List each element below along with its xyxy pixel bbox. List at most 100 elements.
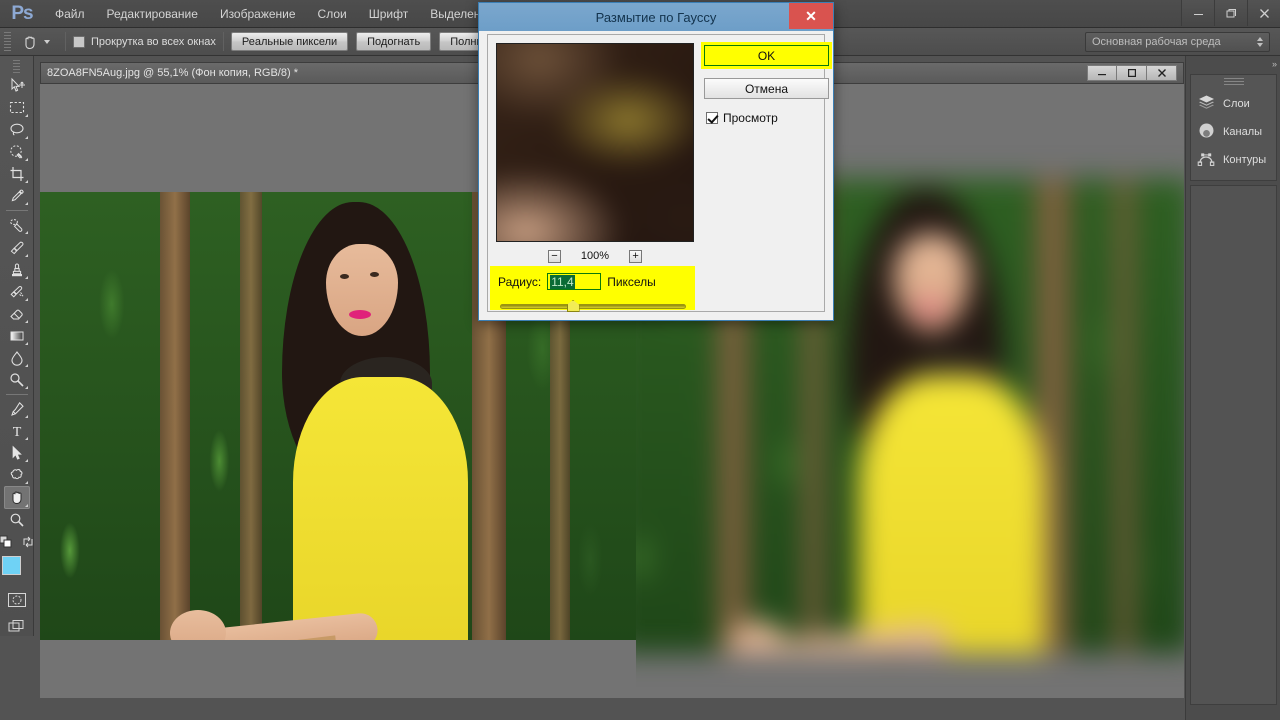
radius-label: Радиус: bbox=[498, 275, 541, 289]
tree-trunk bbox=[1114, 179, 1135, 654]
sidebar-item-zoom-tool[interactable] bbox=[4, 509, 30, 531]
close-button[interactable] bbox=[1247, 0, 1280, 26]
sidebar-item-dodge-tool[interactable] bbox=[4, 369, 30, 391]
dialog-close-button[interactable]: ✕ bbox=[789, 3, 833, 29]
ok-button[interactable]: OK bbox=[704, 45, 829, 66]
tree-trunk bbox=[160, 192, 190, 640]
subject-lips bbox=[349, 310, 371, 319]
panel-group-grip[interactable] bbox=[1223, 78, 1245, 86]
sidebar-item-lasso-tool[interactable] bbox=[4, 119, 30, 141]
sidebar-item-healing-brush-tool[interactable] bbox=[4, 214, 30, 236]
divider bbox=[6, 210, 28, 211]
preview-zoom-in-button[interactable]: + bbox=[629, 250, 642, 263]
quick-mask-icon[interactable] bbox=[6, 591, 28, 609]
preview-checkbox-row[interactable]: Просмотр bbox=[706, 111, 778, 125]
photoshop-logo: Ps bbox=[0, 0, 44, 28]
sidebar-item-layers-label: Слои bbox=[1223, 98, 1250, 110]
tools-panel-grip[interactable] bbox=[12, 60, 21, 73]
dialog-title-bar[interactable]: Размытие по Гауссу ✕ bbox=[479, 3, 833, 31]
sidebar-item-eyedropper-tool[interactable] bbox=[4, 185, 30, 207]
document-2-close-button[interactable] bbox=[1147, 65, 1177, 81]
scroll-all-windows-label: Прокрутка во всех окнах bbox=[91, 36, 216, 48]
workspace-chevron-icon bbox=[1257, 37, 1263, 47]
subject-eye bbox=[370, 272, 379, 277]
sidebar-item-paths[interactable]: Контуры bbox=[1191, 146, 1276, 174]
sidebar-item-quick-selection-tool[interactable] bbox=[4, 141, 30, 163]
menu-image[interactable]: Изображение bbox=[209, 0, 307, 28]
scroll-all-windows-option[interactable]: Прокрутка во всех окнах bbox=[73, 36, 216, 48]
swap-colors-icon[interactable] bbox=[21, 535, 35, 552]
sidebar-item-channels[interactable]: Каналы bbox=[1191, 118, 1276, 146]
subject-dress bbox=[293, 377, 468, 640]
sidebar-item-history-brush-tool[interactable] bbox=[4, 281, 30, 303]
tool-preset-chevron-down-icon[interactable] bbox=[44, 40, 50, 44]
document-1-title: 8ZOA8FN5Aug.jpg @ 55,1% (Фон копия, RGB/… bbox=[47, 67, 298, 79]
color-swatches[interactable] bbox=[2, 556, 32, 584]
paths-icon bbox=[1197, 149, 1216, 171]
dialog-body: − 100% + OK Отмена Просмотр Радиус: 11,4… bbox=[487, 34, 825, 312]
radius-input-value: 11,4 bbox=[550, 275, 574, 289]
radius-slider-thumb[interactable] bbox=[567, 300, 580, 312]
default-colors-icon[interactable] bbox=[0, 535, 13, 552]
actual-pixels-button[interactable]: Реальные пиксели bbox=[231, 32, 348, 51]
preview-zoom-value: 100% bbox=[581, 250, 609, 262]
radius-unit-label: Пикселы bbox=[607, 275, 656, 289]
photoshop-app-window: Ps Файл Редактирование Изображение Слои … bbox=[0, 0, 1280, 720]
sidebar-item-clone-stamp-tool[interactable] bbox=[4, 259, 30, 281]
right-panel-header: » bbox=[1186, 56, 1280, 72]
panel-group-layers: Слои Каналы bbox=[1190, 74, 1277, 181]
restore-button[interactable] bbox=[1214, 0, 1247, 26]
menu-layers[interactable]: Слои bbox=[307, 0, 358, 28]
preview-image bbox=[496, 43, 694, 242]
hand-tool-icon[interactable] bbox=[16, 30, 44, 54]
dialog-title: Размытие по Гауссу bbox=[596, 10, 717, 25]
sidebar-item-blur-tool[interactable] bbox=[4, 347, 30, 369]
dialog-preview-thumbnail[interactable] bbox=[496, 43, 694, 242]
collapse-panels-icon[interactable]: » bbox=[1272, 59, 1276, 69]
preview-zoom-out-button[interactable]: − bbox=[548, 250, 561, 263]
divider bbox=[6, 394, 28, 395]
preview-zoom-controls: − 100% + bbox=[496, 246, 694, 266]
sidebar-item-brush-tool[interactable] bbox=[4, 236, 30, 258]
sidebar-item-paths-label: Контуры bbox=[1223, 154, 1266, 166]
sidebar-item-hand-tool[interactable] bbox=[4, 486, 30, 508]
menu-file[interactable]: Файл bbox=[44, 0, 96, 28]
sidebar-item-channels-label: Каналы bbox=[1223, 126, 1262, 138]
sidebar-item-layers[interactable]: Слои bbox=[1191, 90, 1276, 118]
sidebar-item-custom-shape-tool[interactable] bbox=[4, 464, 30, 486]
radius-input[interactable]: 11,4 bbox=[547, 273, 601, 290]
sidebar-item-path-selection-tool[interactable] bbox=[4, 442, 30, 464]
color-mode-row bbox=[0, 535, 35, 552]
workspace-selector[interactable]: Основная рабочая среда bbox=[1085, 32, 1270, 52]
fit-screen-button[interactable]: Подогнать bbox=[356, 32, 431, 51]
divider bbox=[223, 32, 224, 51]
subject-dress bbox=[859, 375, 1045, 654]
document-2-window-buttons bbox=[1087, 65, 1177, 81]
radius-control-row: Радиус: 11,4 Пикселы bbox=[498, 273, 656, 290]
scroll-all-windows-checkbox[interactable] bbox=[73, 36, 85, 48]
cancel-button[interactable]: Отмена bbox=[704, 78, 829, 99]
screen-mode-icon[interactable] bbox=[6, 618, 28, 636]
minimize-button[interactable] bbox=[1181, 0, 1214, 26]
divider bbox=[65, 32, 66, 51]
sidebar-item-pen-tool[interactable] bbox=[4, 398, 30, 420]
preview-checkbox[interactable] bbox=[706, 112, 718, 124]
sidebar-item-eraser-tool[interactable] bbox=[4, 303, 30, 325]
sidebar-item-move-tool[interactable] bbox=[4, 75, 30, 97]
options-bar-grip[interactable] bbox=[3, 32, 12, 52]
sidebar-item-gradient-tool[interactable] bbox=[4, 325, 30, 347]
menu-type[interactable]: Шрифт bbox=[358, 0, 419, 28]
sidebar-item-type-tool[interactable]: T bbox=[4, 420, 30, 442]
subject-eye bbox=[340, 274, 349, 279]
tools-panel: T bbox=[0, 56, 34, 636]
panel-content-area bbox=[1190, 185, 1277, 705]
document-2-restore-button[interactable] bbox=[1117, 65, 1147, 81]
menu-edit[interactable]: Редактирование bbox=[96, 0, 209, 28]
sidebar-item-marquee-tool[interactable] bbox=[4, 97, 30, 119]
radius-slider[interactable] bbox=[500, 299, 686, 313]
foreground-color-swatch[interactable] bbox=[2, 556, 21, 575]
subject-lips bbox=[918, 304, 941, 314]
document-2-minimize-button[interactable] bbox=[1087, 65, 1117, 81]
sidebar-item-crop-tool[interactable] bbox=[4, 163, 30, 185]
radius-slider-track[interactable] bbox=[500, 304, 686, 309]
